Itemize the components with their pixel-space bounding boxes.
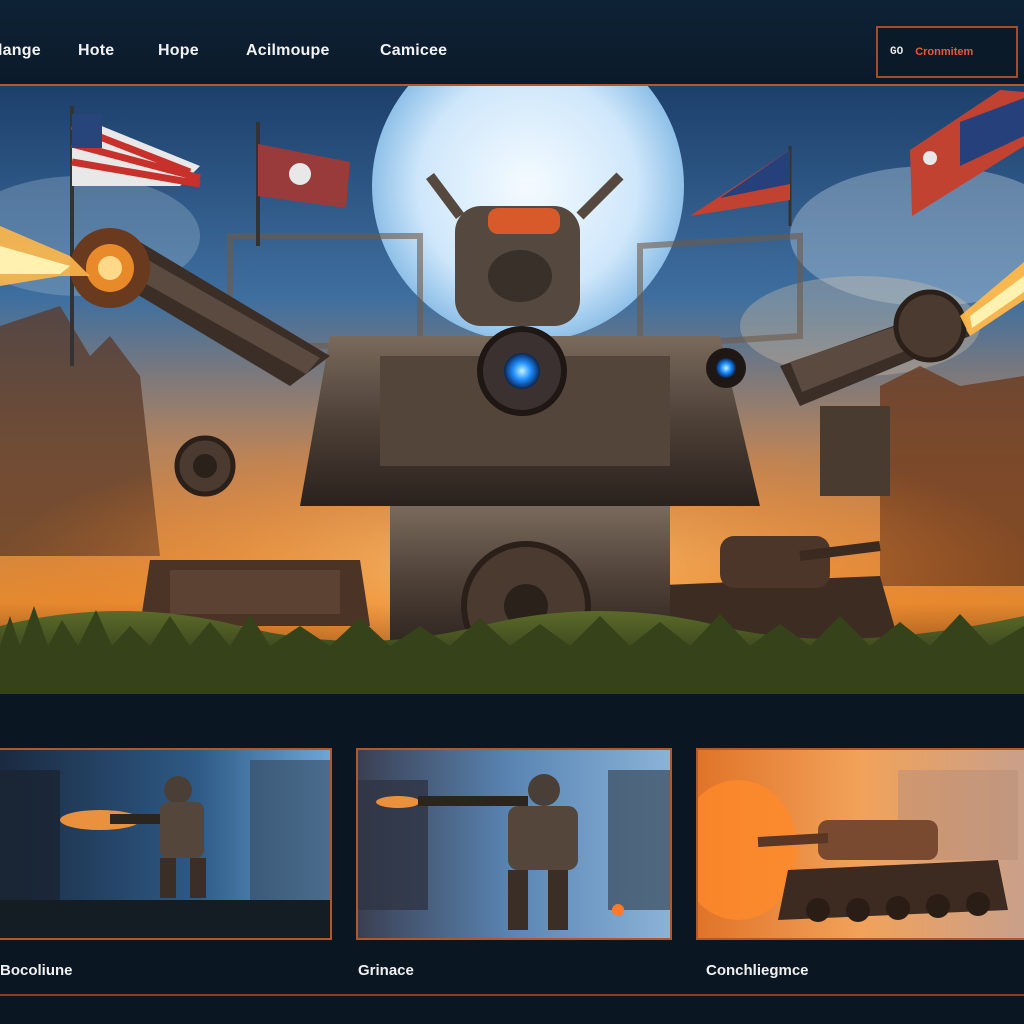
cta-label: Cronmitem <box>915 46 974 58</box>
feature-card-3[interactable] <box>696 748 1024 940</box>
nav-item-hote[interactable]: Hote <box>78 42 114 60</box>
top-nav: lange Hote Hope Acilmoupe Camicee GO Cro… <box>0 0 1024 86</box>
card-1-title[interactable]: Bocoliune <box>0 962 73 979</box>
game-landing-page: lange Hote Hope Acilmoupe Camicee GO Cro… <box>0 0 1024 1024</box>
gamepad-icon: GO <box>890 46 904 58</box>
cta-button[interactable]: GO Cronmitem <box>876 26 1018 78</box>
nav-item-acilmoupe[interactable]: Acilmoupe <box>246 42 330 60</box>
card-3-image <box>698 750 1024 938</box>
feature-card-2[interactable] <box>356 748 672 940</box>
nav-item-camicee[interactable]: Camicee <box>380 42 447 60</box>
card-3-title[interactable]: Conchliegmce <box>706 962 809 979</box>
feature-card-1[interactable] <box>0 748 332 940</box>
hero-illustration <box>0 86 1024 694</box>
nav-item-lange[interactable]: lange <box>0 42 41 60</box>
footer-divider <box>0 994 1024 996</box>
card-2-image <box>358 750 670 938</box>
nav-item-hope[interactable]: Hope <box>158 42 199 60</box>
hero-banner[interactable] <box>0 86 1024 694</box>
card-1-image <box>0 750 330 938</box>
card-2-title[interactable]: Grinace <box>358 962 414 979</box>
